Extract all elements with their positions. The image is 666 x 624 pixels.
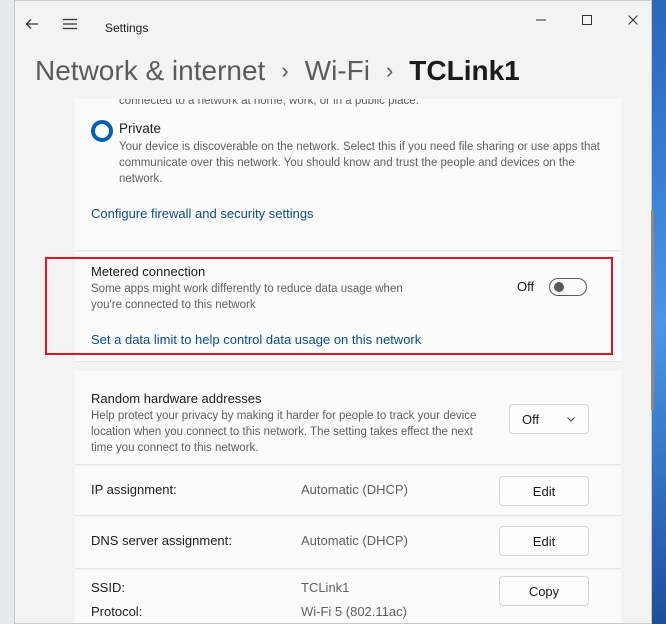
ssid-label: SSID:	[91, 580, 125, 595]
ip-assignment-value: Automatic (DHCP)	[301, 482, 408, 497]
dns-assignment-row: DNS server assignment: Automatic (DHCP) …	[75, 517, 621, 569]
random-hardware-dropdown[interactable]: Off	[509, 404, 589, 434]
random-hardware-title: Random hardware addresses	[91, 391, 262, 406]
metered-connection-description: Some apps might work differently to redu…	[91, 283, 403, 311]
menu-button[interactable]	[55, 9, 85, 39]
ip-edit-button[interactable]: Edit	[499, 476, 589, 506]
protocol-value: Wi-Fi 5 (802.11ac)	[301, 604, 407, 619]
network-properties-card: SSID: TCLink1 Protocol: Wi-Fi 5 (802.11a…	[75, 570, 621, 623]
chevron-down-icon	[567, 417, 575, 422]
scrollbar[interactable]	[651, 210, 654, 410]
metered-connection-card: Metered connection Some apps might work …	[75, 252, 621, 362]
ip-assignment-row: IP assignment: Automatic (DHCP) Edit	[75, 466, 621, 516]
ip-assignment-label: IP assignment:	[91, 482, 177, 497]
back-arrow-icon	[25, 19, 38, 29]
title-bar: Settings	[15, 1, 651, 45]
breadcrumb: Network & internet › Wi-Fi › TCLink1	[35, 51, 520, 91]
metered-toggle-state: Off	[517, 279, 535, 294]
dropdown-value: Off	[522, 411, 540, 427]
random-hardware-description: Help protect your privacy by making it h…	[91, 410, 477, 454]
close-button[interactable]	[610, 1, 651, 39]
maximize-icon	[582, 15, 592, 25]
profile-cut-off-text: connected to a network at home, work, or…	[119, 99, 419, 107]
ssid-value: TCLink1	[301, 580, 350, 595]
desktop-left-edge	[0, 0, 14, 624]
private-radio[interactable]	[91, 120, 113, 142]
dns-assignment-label: DNS server assignment:	[91, 533, 232, 548]
breadcrumb-wifi[interactable]: Wi-Fi	[305, 55, 370, 87]
data-limit-link[interactable]: Set a data limit to help control data us…	[91, 332, 421, 347]
minimize-button[interactable]	[518, 1, 564, 39]
random-hardware-card: Random hardware addresses Help protect y…	[75, 371, 621, 465]
network-profile-card: connected to a network at home, work, or…	[75, 99, 621, 251]
breadcrumb-network-internet[interactable]: Network & internet	[35, 55, 265, 87]
page-title: TCLink1	[409, 55, 520, 86]
private-label: Private	[119, 121, 162, 136]
firewall-settings-link[interactable]: Configure firewall and security settings	[91, 206, 314, 221]
copy-button[interactable]: Copy	[499, 576, 589, 606]
protocol-label: Protocol:	[91, 604, 143, 619]
minimize-icon	[536, 19, 546, 21]
app-title: Settings	[105, 21, 149, 35]
hamburger-menu-icon	[63, 18, 77, 30]
settings-content: connected to a network at home, work, or…	[75, 99, 621, 623]
maximize-button[interactable]	[564, 1, 610, 39]
close-icon	[628, 15, 638, 25]
back-button[interactable]	[17, 9, 47, 39]
dns-edit-button[interactable]: Edit	[499, 526, 589, 556]
breadcrumb-separator: ›	[385, 58, 394, 83]
toggle-knob	[554, 282, 564, 292]
private-description: Your device is discoverable on the netwo…	[119, 141, 600, 185]
metered-connection-toggle[interactable]	[549, 278, 587, 296]
dns-assignment-value: Automatic (DHCP)	[301, 533, 408, 548]
breadcrumb-separator: ›	[281, 58, 289, 83]
settings-window: Settings Network & internet › Wi-Fi › TC…	[14, 0, 652, 624]
metered-connection-title: Metered connection	[91, 264, 206, 279]
